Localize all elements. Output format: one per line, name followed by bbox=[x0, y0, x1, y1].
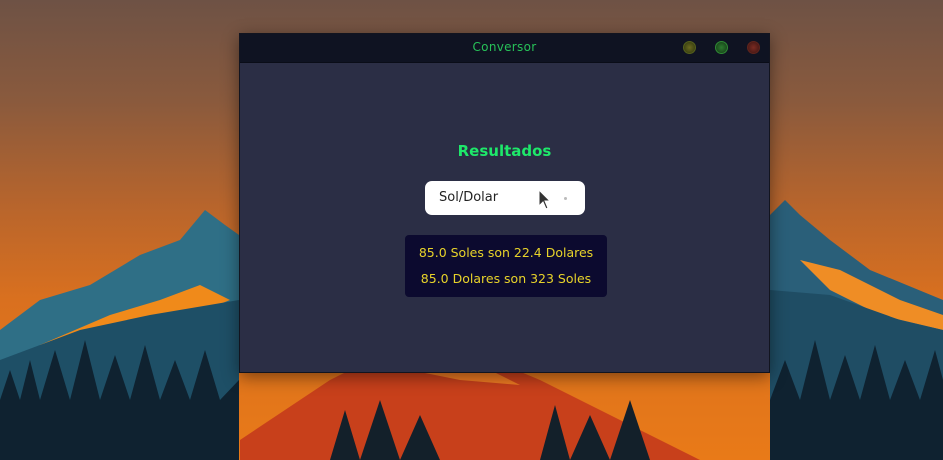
close-button[interactable] bbox=[747, 41, 760, 54]
results-panel: 85.0 Soles son 22.4 Dolares 85.0 Dolares… bbox=[405, 235, 607, 297]
converter-window: Conversor Resultados Sol/Dolar 85.0 Sole… bbox=[239, 33, 770, 373]
results-heading: Resultados bbox=[457, 142, 552, 160]
conversion-select-value: Sol/Dolar bbox=[439, 190, 499, 205]
title-bar[interactable]: Conversor bbox=[240, 34, 769, 63]
maximize-button[interactable] bbox=[715, 41, 728, 54]
result-line-1: 85.0 Soles son 22.4 Dolares bbox=[418, 245, 594, 260]
mouse-pointer-icon bbox=[538, 189, 552, 210]
minimize-button[interactable] bbox=[683, 41, 696, 54]
result-line-2: 85.0 Dolares son 323 Soles bbox=[420, 271, 592, 286]
conversion-select[interactable]: Sol/Dolar bbox=[425, 181, 585, 215]
dropdown-indicator-icon bbox=[564, 197, 567, 200]
